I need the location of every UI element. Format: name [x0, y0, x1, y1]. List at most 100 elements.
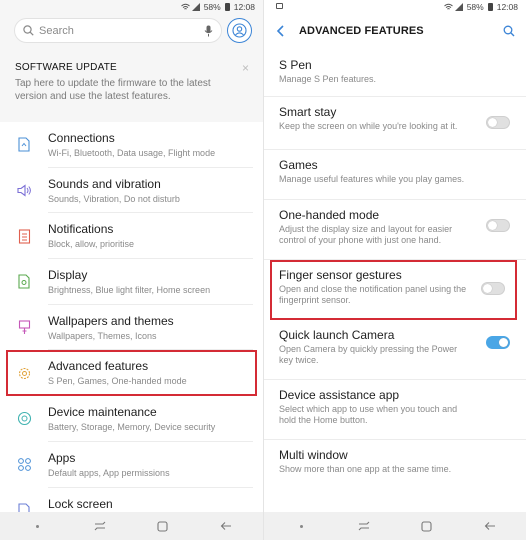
item-title: Display	[48, 268, 88, 283]
search-icon	[23, 25, 34, 36]
feature-description: Select which app to use when you touch a…	[279, 404, 458, 425]
feature-title: Device assistance app	[279, 388, 400, 402]
settings-item-notifications[interactable]: Notifications Block, allow, prioritise	[0, 213, 263, 260]
recents-icon[interactable]	[354, 516, 374, 536]
advanced-features-list: S Pen Manage S Pen features. Smart stay …	[264, 50, 526, 490]
item-title: Wallpapers and themes	[48, 313, 174, 328]
dot-icon[interactable]	[291, 516, 311, 536]
battery-percent: 58%	[203, 2, 221, 12]
finger-sensor-gestures-toggle[interactable]	[481, 282, 505, 295]
feature-title: Smart stay	[279, 105, 337, 119]
connections-icon	[16, 137, 32, 153]
feature-finger-sensor-gestures[interactable]: Finger sensor gestures Open and close th…	[270, 260, 517, 320]
status-bar: 58% 12:08	[264, 0, 526, 14]
feature-smart-stay[interactable]: Smart stay Keep the screen on while you'…	[264, 97, 526, 150]
settings-item-apps[interactable]: Apps Default apps, App permissions	[0, 442, 263, 488]
item-title: Apps	[48, 450, 76, 465]
settings-item-advanced-features[interactable]: Advanced features S Pen, Games, One-hande…	[6, 350, 257, 397]
wallpaper-icon	[16, 320, 32, 336]
account-icon	[232, 23, 247, 38]
item-subtitle: Sounds, Vibration, Do not disturb	[48, 193, 180, 204]
quick-launch-camera-toggle[interactable]	[486, 336, 510, 349]
settings-item-wallpapers[interactable]: Wallpapers and themes Wallpapers, Themes,…	[0, 305, 263, 351]
search-icon[interactable]	[503, 25, 515, 37]
settings-item-device-maintenance[interactable]: Device maintenance Battery, Storage, Memo…	[0, 396, 263, 442]
item-subtitle: Brightness, Blue light filter, Home scre…	[48, 285, 211, 296]
profile-button[interactable]	[227, 18, 252, 43]
image-notification-icon	[276, 3, 283, 9]
feature-multi-window[interactable]: Multi window Show more than one app at t…	[264, 440, 526, 490]
smart-stay-toggle[interactable]	[486, 116, 510, 129]
item-subtitle: Wallpapers, Themes, Icons	[48, 330, 157, 341]
clock: 12:08	[496, 2, 518, 12]
item-subtitle: Wi-Fi, Bluetooth, Data usage, Flight mod…	[48, 148, 216, 158]
item-title: Advanced features	[48, 359, 149, 374]
feature-description: Open Camera by quickly pressing the Powe…	[279, 344, 458, 365]
item-title: Sounds and vibration	[48, 176, 161, 191]
feature-games[interactable]: Games Manage useful features while you p…	[264, 150, 526, 200]
feature-device-assistance-app[interactable]: Device assistance app Select which app t…	[264, 380, 526, 440]
software-update-title: SOFTWARE UPDATE	[15, 62, 117, 73]
item-subtitle: Default apps, App permissions	[48, 467, 170, 478]
home-icon[interactable]	[417, 516, 437, 536]
advanced-features-screen: 58% 12:08 ADVANCED FEATURES S Pen Manage…	[263, 0, 526, 540]
back-icon[interactable]	[216, 516, 236, 536]
settings-item-connections[interactable]: Connections Wi-Fi, Bluetooth, Data usage,…	[0, 122, 263, 168]
battery-percent: 58%	[466, 2, 484, 12]
feature-title: Multi window	[279, 448, 348, 462]
one-handed-mode-toggle[interactable]	[486, 219, 510, 232]
software-update-description: Tap here to update the firmware to the l…	[15, 78, 211, 102]
home-icon[interactable]	[153, 516, 173, 536]
signal-icon	[191, 3, 200, 11]
back-arrow-icon[interactable]	[276, 25, 285, 37]
recents-icon[interactable]	[90, 516, 110, 536]
feature-title: Finger sensor gestures	[279, 268, 402, 282]
feature-title: Quick launch Camera	[279, 328, 395, 342]
settings-list: Connections Wi-Fi, Bluetooth, Data usage,…	[0, 122, 263, 534]
back-icon[interactable]	[480, 516, 500, 536]
wifi-icon	[443, 3, 453, 10]
software-update-card[interactable]: SOFTWARE UPDATE Tap here to update the f…	[0, 52, 263, 110]
item-title: Connections	[48, 131, 115, 145]
feature-description: Open and close the notification panel us…	[279, 284, 467, 305]
item-title: Notifications	[48, 222, 114, 237]
settings-item-display[interactable]: Display Brightness, Blue light filter, Ho…	[0, 259, 263, 305]
apps-icon	[16, 457, 32, 473]
notifications-icon	[16, 228, 32, 244]
feature-s-pen[interactable]: S Pen Manage S Pen features.	[264, 50, 526, 97]
dot-icon[interactable]	[27, 516, 47, 536]
battery-icon	[487, 3, 493, 11]
microphone-icon[interactable]	[204, 25, 213, 37]
feature-title: One-handed mode	[279, 208, 380, 222]
advanced-features-icon	[16, 365, 32, 381]
feature-description: Adjust the display size and layout for e…	[279, 224, 453, 245]
item-subtitle: S Pen, Games, One-handed mode	[48, 376, 187, 387]
app-bar: ADVANCED FEATURES	[264, 14, 526, 48]
item-title: Lock screen	[48, 496, 113, 511]
clock: 12:08	[233, 2, 255, 12]
item-title: Device maintenance	[48, 405, 157, 420]
search-bar[interactable]: Search	[14, 18, 222, 43]
page-title: ADVANCED FEATURES	[299, 25, 424, 37]
status-bar: 58% 12:08	[0, 0, 263, 14]
settings-screen: 58% 12:08 Search SOFTWARE UPDATE Tap her…	[0, 0, 263, 540]
feature-description: Manage useful features while you play ga…	[279, 174, 465, 184]
signal-icon	[454, 3, 463, 11]
item-subtitle: Battery, Storage, Memory, Device securit…	[48, 422, 216, 433]
close-icon[interactable]: ×	[242, 61, 249, 75]
feature-description: Manage S Pen features.	[279, 74, 377, 84]
feature-title: S Pen	[279, 58, 312, 72]
sound-icon	[16, 183, 32, 199]
display-icon	[16, 274, 32, 290]
feature-description: Show more than one app at the same time.	[279, 464, 452, 474]
search-input[interactable]: Search	[39, 25, 204, 37]
navigation-bar	[264, 512, 526, 540]
settings-item-sounds[interactable]: Sounds and vibration Sounds, Vibration, D…	[0, 168, 263, 214]
feature-description: Keep the screen on while you're looking …	[279, 121, 458, 131]
battery-icon	[224, 3, 230, 11]
feature-one-handed-mode[interactable]: One-handed mode Adjust the display size …	[264, 200, 526, 260]
device-maintenance-icon	[16, 411, 32, 427]
wifi-icon	[180, 3, 190, 10]
feature-quick-launch-camera[interactable]: Quick launch Camera Open Camera by quick…	[264, 320, 526, 380]
navigation-bar	[0, 512, 263, 540]
